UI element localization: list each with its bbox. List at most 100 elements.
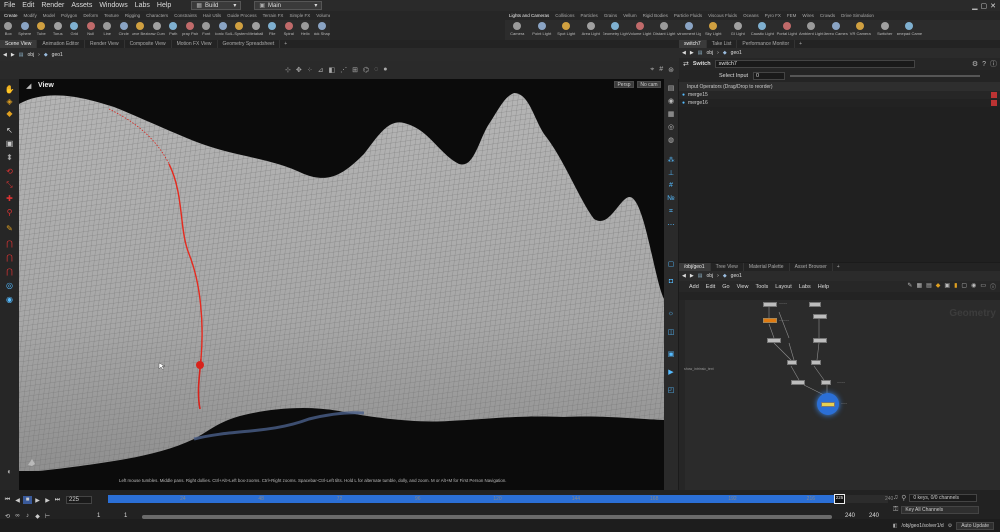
node-a[interactable] xyxy=(763,302,777,307)
shelf-tab-guide-process[interactable]: Guide Process xyxy=(227,13,257,18)
tool-stereo-camera[interactable]: Stereo Camera xyxy=(824,20,848,36)
node-name[interactable]: switch7 xyxy=(714,60,915,68)
brush-icon[interactable]: ✎ xyxy=(4,224,15,234)
step-back-icon[interactable]: ◀ xyxy=(13,496,22,504)
grid-snap-icon[interactable]: # xyxy=(659,66,663,74)
tab-tree-view[interactable]: Tree View xyxy=(711,263,744,271)
remove-icon[interactable] xyxy=(991,92,997,98)
camera-lock-icon[interactable]: ⊛ xyxy=(668,66,674,74)
shelf-tab-pyro-fx[interactable]: Pyro FX xyxy=(765,13,781,18)
tool-spot-light[interactable]: Spot Light xyxy=(554,20,579,36)
select-input-field[interactable]: 0 xyxy=(753,72,786,80)
shelf-tab-crowds[interactable]: Crowds xyxy=(820,13,835,18)
shelf-tab-rigging[interactable]: Rigging xyxy=(125,13,140,18)
remove-icon[interactable] xyxy=(991,100,997,106)
shelf-tab-texture[interactable]: Texture xyxy=(104,13,119,18)
network-box-icon[interactable]: ▢ xyxy=(961,282,967,291)
flipbook-icon[interactable]: ▶ xyxy=(666,367,676,376)
tool-torus[interactable]: Torus xyxy=(50,20,67,36)
tool-caustic-light[interactable]: Caustic Light xyxy=(750,20,775,36)
menu-assets[interactable]: Assets xyxy=(71,2,92,9)
tool-environment-light[interactable]: Environment Light xyxy=(677,20,701,36)
shelf-tab-terrain-fx[interactable]: Terrain FX xyxy=(263,13,284,18)
shelf-tab-simple-fx[interactable]: Simple FX xyxy=(289,13,310,18)
select-groups-icon[interactable]: ⊞ xyxy=(352,66,358,74)
network-canvas[interactable]: Geometry show_intrinsic_text ~~~~ ~~~~~ xyxy=(679,300,1000,490)
magnet-3-icon[interactable]: ⋂ xyxy=(4,267,15,277)
point-select-icon[interactable]: ⁘ xyxy=(307,66,313,74)
vertex-display-icon[interactable]: ⋯ xyxy=(666,220,676,229)
update-mode-icon[interactable]: ⚙ xyxy=(948,523,952,529)
tab-performance-monitor[interactable]: Performance Monitor xyxy=(737,40,796,48)
node-b[interactable] xyxy=(809,302,821,307)
tool-metaball[interactable]: Metaball xyxy=(248,20,265,36)
sticky-icon[interactable]: ▮ xyxy=(954,282,957,291)
desktop-selector-build[interactable]: ▦ Build ▾ xyxy=(191,1,242,10)
shelf-tab-drive-simulation[interactable]: Drive Simulation xyxy=(841,13,874,18)
tool-path[interactable]: Path xyxy=(165,20,182,36)
tab-animation-editor[interactable]: Animation Editor xyxy=(37,40,86,48)
close-icon[interactable]: ✕ xyxy=(990,2,996,10)
select-mode-icon[interactable]: ⊹ xyxy=(285,66,291,74)
camera-orbit-icon[interactable]: ◉ xyxy=(4,295,15,305)
select-tool-icon[interactable]: ◆ xyxy=(4,109,15,119)
shelf-tab-lights-and-cameras[interactable]: Lights and Cameras xyxy=(509,13,549,18)
tool-null[interactable]: Null xyxy=(83,20,100,36)
render-icon[interactable]: ◐ xyxy=(4,467,15,477)
magnet-2-icon[interactable]: ⋂ xyxy=(4,253,15,263)
node-g[interactable] xyxy=(787,360,797,365)
point-num-icon[interactable]: № xyxy=(666,194,676,203)
shelf-tab-hair-utils[interactable]: Hair Utils xyxy=(203,13,221,18)
shelf-tab-wires[interactable]: Wires xyxy=(802,13,814,18)
path-node[interactable]: geo1 xyxy=(731,273,742,279)
forward-icon[interactable]: ▶ xyxy=(690,273,694,279)
shelf-tab-fem[interactable]: FEM xyxy=(787,13,797,18)
back-icon[interactable]: ◀ xyxy=(3,52,7,58)
snap-icon[interactable]: ⌖ xyxy=(650,66,654,74)
selected-node-switch7[interactable] xyxy=(817,393,839,415)
bounding-box-icon[interactable]: ▢ xyxy=(666,259,676,268)
menu-layout[interactable]: Layout xyxy=(775,284,792,290)
tool-l-system[interactable]: L-System xyxy=(231,20,248,36)
gear-icon[interactable]: ⚙ xyxy=(972,60,978,68)
add-tab-icon[interactable]: + xyxy=(280,41,287,47)
tab-render-view[interactable]: Render View xyxy=(85,40,125,48)
prim-num-icon[interactable]: # xyxy=(666,181,676,190)
pose-tool-icon[interactable]: ⚲ xyxy=(4,208,15,218)
shelf-tab-viscous-fluids[interactable]: Viscous Fluids xyxy=(708,13,737,18)
tool-grid[interactable]: Grid xyxy=(66,20,83,36)
point-display-icon[interactable]: ⁂ xyxy=(666,155,676,164)
orient-icon[interactable]: ◎ xyxy=(4,281,15,291)
scale-icon[interactable]: ⤡ xyxy=(4,180,15,190)
menu-edit[interactable]: Edit xyxy=(22,2,34,9)
tool-line[interactable]: Line xyxy=(99,20,116,36)
ghost-icon[interactable]: ◍ xyxy=(666,135,676,144)
tab-geometry-spreadsheet[interactable]: Geometry Spreadsheet xyxy=(218,40,281,48)
menu-tools[interactable]: Tools xyxy=(755,284,768,290)
add-tab-icon[interactable]: + xyxy=(795,41,802,47)
camera-dropdown[interactable]: No cam xyxy=(637,81,661,88)
node-c[interactable] xyxy=(763,318,777,323)
shelf-tab-vellum[interactable]: Vellum xyxy=(623,13,637,18)
tool-box[interactable]: Box xyxy=(0,20,17,36)
back-icon[interactable]: ◀ xyxy=(682,273,686,279)
lasso-icon[interactable]: ◌ xyxy=(374,66,378,74)
wrench-icon[interactable]: ✎ xyxy=(907,282,912,291)
rotate-icon[interactable]: ⟲ xyxy=(4,167,15,177)
perspective-dropdown[interactable]: Persp xyxy=(614,81,634,88)
shelf-tab-constraints[interactable]: Constraints xyxy=(174,13,197,18)
tool-helix[interactable]: Helix xyxy=(297,20,314,36)
wireframe-icon[interactable]: ▦ xyxy=(666,109,676,118)
tool-geometry-light[interactable]: Geometry Light xyxy=(603,20,628,36)
uv-icon[interactable]: ⌗ xyxy=(666,207,676,216)
pose-icon[interactable]: ✥ xyxy=(296,66,302,74)
shelf-tab-collisions[interactable]: Collisions xyxy=(555,13,574,18)
tool-area-light[interactable]: Area Light xyxy=(579,20,604,36)
tab-asset-browser[interactable]: Asset Browser xyxy=(790,263,833,271)
shelf-tab-create[interactable]: Create xyxy=(4,13,18,18)
shelf-tab-volume[interactable]: Volume xyxy=(316,13,330,18)
shelf-tab-model[interactable]: Model xyxy=(43,13,55,18)
back-icon[interactable]: ◀ xyxy=(682,50,686,56)
menu-add[interactable]: Add xyxy=(689,284,699,290)
background-icon[interactable]: ◫ xyxy=(666,327,676,336)
